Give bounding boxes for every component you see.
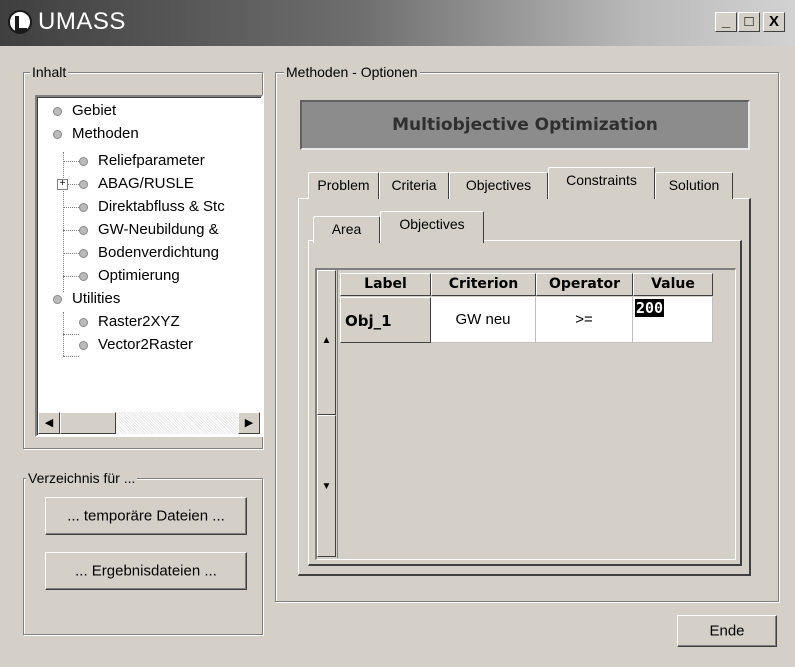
tree-connector (63, 152, 64, 292)
content-tree[interactable]: + Gebiet Methoden Reliefparameter ABAG/R… (35, 95, 263, 437)
app-window: UMASS _ □ X Inhalt + Gebiet Methoden Rel… (0, 0, 795, 667)
table-row-label[interactable]: Obj_1 (340, 297, 431, 343)
tree-connector (63, 230, 79, 231)
node-icon (79, 179, 88, 189)
tree-connector (63, 276, 79, 277)
tab-constraints[interactable]: Constraints (548, 167, 655, 199)
subtab-objectives[interactable]: Objectives (380, 211, 484, 243)
scroll-down-icon[interactable]: ▼ (317, 415, 336, 557)
tree-item-gw-neubildung[interactable]: GW-Neubildung & (79, 220, 219, 240)
tab-criteria[interactable]: Criteria (379, 172, 449, 199)
node-icon (53, 294, 62, 304)
tree-horizontal-scrollbar[interactable]: ◀ ▶ (38, 412, 260, 434)
tree-item-reliefparameter[interactable]: Reliefparameter (79, 151, 205, 171)
table-cell-operator[interactable]: >= (536, 297, 633, 343)
result-files-button[interactable]: ... Ergebnisdateien ... (45, 552, 247, 590)
column-header-operator[interactable]: Operator (536, 273, 633, 296)
table-cell-value[interactable]: 200 (633, 297, 713, 343)
constraints-grid[interactable]: ▲ ▼ Label Criterion Operator Value Obj_1… (315, 268, 736, 560)
tree-item-raster2xyz[interactable]: Raster2XYZ (79, 312, 180, 332)
ende-button[interactable]: Ende (677, 615, 777, 647)
expand-icon[interactable]: + (57, 179, 68, 190)
tree-item-methoden[interactable]: Methoden (53, 124, 139, 144)
scroll-thumb[interactable] (60, 412, 116, 434)
tree-item-gebiet[interactable]: Gebiet (53, 101, 116, 121)
node-icon (79, 317, 88, 327)
scroll-right-icon[interactable]: ▶ (238, 412, 260, 434)
subtab-area[interactable]: Area (313, 216, 380, 243)
tree-connector (63, 161, 79, 162)
node-icon (79, 271, 88, 281)
tree-connector (63, 356, 79, 357)
scroll-left-icon[interactable]: ◀ (38, 412, 60, 434)
verzeichnis-group-label: Verzeichnis für ... (26, 469, 138, 487)
node-icon (79, 248, 88, 258)
tree-connector (63, 334, 79, 335)
node-icon (53, 129, 62, 139)
app-logo-icon (8, 10, 32, 34)
column-header-label[interactable]: Label (340, 273, 431, 296)
node-icon (79, 340, 88, 350)
window-title: UMASS (38, 8, 126, 35)
tree-item-utilities[interactable]: Utilities (53, 289, 120, 309)
node-icon (79, 225, 88, 235)
tab-problem[interactable]: Problem (308, 172, 379, 199)
close-button[interactable]: X (763, 12, 785, 32)
column-header-value[interactable]: Value (633, 273, 713, 296)
grid-vertical-scrollbar[interactable]: ▲ ▼ (317, 270, 337, 558)
node-icon (79, 156, 88, 166)
methoden-group-label: Methoden - Optionen (284, 63, 420, 81)
method-title-banner: Multiobjective Optimization (300, 100, 750, 150)
tree-item-direktabfluss[interactable]: Direktabfluss & Stc (79, 197, 225, 217)
inhalt-group-label: Inhalt (30, 63, 69, 81)
table-cell-criterion[interactable]: GW neu (431, 297, 536, 343)
scroll-up-icon[interactable]: ▲ (317, 270, 336, 415)
grid-cells-area: Label Criterion Operator Value Obj_1 GW … (337, 270, 735, 558)
minimize-button[interactable]: _ (715, 12, 737, 32)
tab-objectives[interactable]: Objectives (449, 172, 548, 199)
title-bar[interactable]: UMASS _ □ X (0, 0, 795, 46)
tab-solution[interactable]: Solution (655, 172, 733, 199)
tree-item-bodenverdichtung[interactable]: Bodenverdichtung (79, 243, 219, 263)
node-icon (53, 106, 62, 116)
tree-connector (63, 253, 79, 254)
node-icon (79, 202, 88, 212)
tree-item-optimierung[interactable]: Optimierung (79, 266, 180, 286)
column-header-criterion[interactable]: Criterion (431, 273, 536, 296)
tree-item-vector2raster[interactable]: Vector2Raster (79, 335, 193, 355)
tree-connector (63, 207, 79, 208)
tree-item-abag-rusle[interactable]: ABAG/RUSLE (79, 174, 194, 194)
maximize-button[interactable]: □ (738, 12, 760, 32)
value-editor[interactable]: 200 (635, 299, 665, 317)
temp-files-button[interactable]: ... temporäre Dateien ... (45, 497, 247, 535)
